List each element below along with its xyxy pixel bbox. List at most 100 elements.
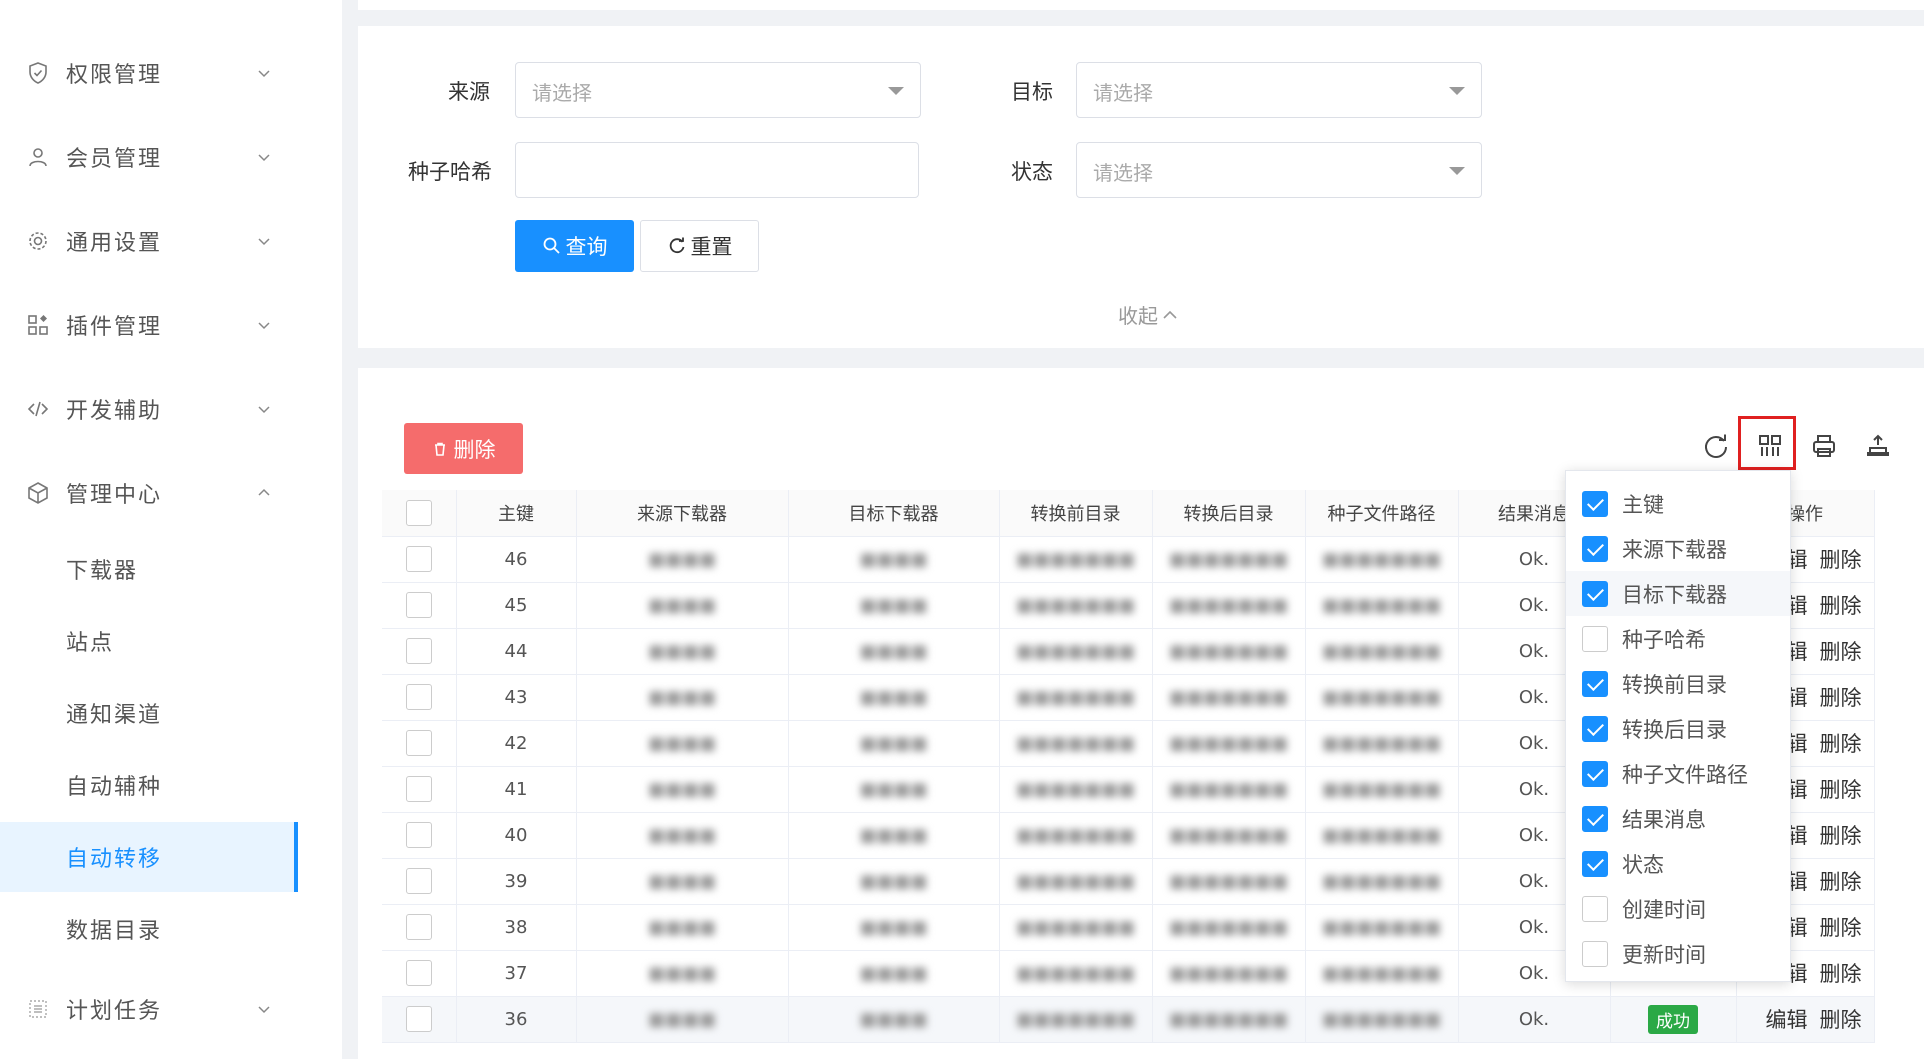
column-settings-icon[interactable]	[1753, 429, 1787, 463]
status-select[interactable]: 请选择	[1076, 142, 1482, 198]
delete-link[interactable]: 删除	[1820, 594, 1862, 618]
column-picker-item[interactable]: 种子哈希	[1566, 616, 1790, 661]
column-header[interactable]: 目标下载器	[788, 490, 1000, 537]
sidebar-item-auto-transfer[interactable]: 自动转移	[0, 822, 298, 892]
column-checkbox[interactable]	[1582, 490, 1608, 517]
column-picker-item[interactable]: 结果消息	[1566, 796, 1790, 841]
column-checkbox[interactable]	[1582, 625, 1608, 652]
column-picker-item[interactable]: 转换后目录	[1566, 706, 1790, 751]
redacted-text: ■■■■■■■	[1321, 824, 1442, 846]
redacted-text: ■■■■■■■	[1321, 916, 1442, 938]
column-checkbox[interactable]	[1582, 760, 1608, 787]
row-id: 41	[456, 766, 577, 813]
sidebar-item-downloader[interactable]: 下载器	[0, 534, 300, 604]
redacted-text: ■■■■	[859, 916, 928, 938]
delete-link[interactable]: 删除	[1820, 548, 1862, 572]
row-checkbox[interactable]	[382, 628, 457, 675]
print-icon[interactable]	[1807, 429, 1841, 463]
menu-permission[interactable]: 权限管理	[0, 38, 300, 108]
column-picker-item[interactable]: 主键	[1566, 481, 1790, 526]
column-checkbox[interactable]	[1582, 715, 1608, 742]
row-checkbox[interactable]	[382, 766, 457, 813]
row-checkbox[interactable]	[382, 812, 457, 859]
column-checkbox[interactable]	[1582, 535, 1608, 562]
target-select[interactable]: 请选择	[1076, 62, 1482, 118]
menu-plugin[interactable]: 插件管理	[0, 290, 300, 360]
row-checkbox[interactable]	[382, 904, 457, 951]
delete-link[interactable]: 删除	[1820, 640, 1862, 664]
redacted-text: ■■■■■■■	[1168, 640, 1289, 662]
row-checkbox[interactable]	[382, 996, 457, 1043]
column-picker-item[interactable]: 转换前目录	[1566, 661, 1790, 706]
redacted-text: ■■■■	[647, 962, 717, 984]
redacted-text: ■■■■■■■	[1015, 732, 1136, 754]
sidebar-item-auto-seed[interactable]: 自动辅种	[0, 750, 300, 820]
delete-link[interactable]: 删除	[1820, 824, 1862, 848]
delete-link[interactable]: 删除	[1820, 686, 1862, 710]
menu-management-center[interactable]: 管理中心	[0, 458, 300, 528]
menu-scheduled-tasks[interactable]: 计划任务	[0, 974, 300, 1044]
row-checkbox[interactable]	[382, 950, 457, 997]
redacted-text: ■■■■■■■	[1321, 732, 1442, 754]
redacted-text: ■■■■	[647, 686, 717, 708]
export-icon[interactable]	[1861, 429, 1895, 463]
column-picker-item[interactable]: 更新时间	[1566, 931, 1790, 976]
delete-link[interactable]: 删除	[1820, 962, 1862, 986]
menu-member[interactable]: 会员管理	[0, 122, 300, 192]
delete-link[interactable]: 删除	[1820, 870, 1862, 894]
row-checkbox[interactable]	[382, 674, 457, 721]
sidebar-item-notify-channel[interactable]: 通知渠道	[0, 678, 300, 748]
source-select[interactable]: 请选择	[515, 62, 921, 118]
redacted-text: ■■■■	[859, 640, 928, 662]
delete-link[interactable]: 删除	[1820, 778, 1862, 802]
column-header[interactable]: 种子文件路径	[1305, 490, 1459, 537]
menu-dev-assist[interactable]: 开发辅助	[0, 374, 300, 444]
delete-link[interactable]: 删除	[1820, 1008, 1862, 1032]
delete-link[interactable]: 删除	[1820, 916, 1862, 940]
row-id: 37	[456, 950, 577, 997]
column-checkbox[interactable]	[1582, 850, 1608, 877]
column-picker-item[interactable]: 创建时间	[1566, 886, 1790, 931]
row-result: Ok.	[1458, 996, 1611, 1043]
select-all-checkbox[interactable]	[382, 490, 457, 537]
column-checkbox[interactable]	[1582, 895, 1608, 922]
column-header[interactable]: 来源下载器	[576, 490, 789, 537]
chevron-up-icon	[1163, 310, 1177, 319]
hash-input[interactable]	[515, 142, 919, 198]
query-button[interactable]: 查询	[515, 220, 634, 272]
column-header[interactable]: 转换前目录	[999, 490, 1153, 537]
redacted-text: ■■■■■■■	[1015, 778, 1136, 800]
row-checkbox[interactable]	[382, 536, 457, 583]
reset-button[interactable]: 重置	[640, 220, 759, 272]
sidebar-item-site[interactable]: 站点	[0, 606, 300, 676]
column-checkbox[interactable]	[1582, 670, 1608, 697]
chevron-down-icon	[258, 1006, 270, 1014]
row-checkbox[interactable]	[382, 720, 457, 767]
refresh-icon[interactable]	[1699, 429, 1733, 463]
column-picker-item[interactable]: 状态	[1566, 841, 1790, 886]
menu-general-settings[interactable]: 通用设置	[0, 206, 300, 276]
redacted-text: ■■■■■■■	[1015, 548, 1136, 570]
status-badge: 成功	[1648, 1004, 1698, 1034]
row-checkbox[interactable]	[382, 582, 457, 629]
sidebar-item-data-directory[interactable]: 数据目录	[0, 894, 300, 964]
column-header[interactable]: 转换后目录	[1152, 490, 1306, 537]
column-picker-item[interactable]: 来源下载器	[1566, 526, 1790, 571]
redacted-text: ■■■■	[647, 916, 717, 938]
row-checkbox[interactable]	[382, 858, 457, 905]
redacted-text: ■■■■■■■	[1321, 870, 1442, 892]
column-picker-item[interactable]: 目标下载器	[1566, 571, 1790, 616]
delete-link[interactable]: 删除	[1820, 732, 1862, 756]
menu-label: 计划任务	[66, 999, 163, 1024]
column-checkbox[interactable]	[1582, 805, 1608, 832]
redacted-text: ■■■■	[647, 1008, 717, 1030]
column-header[interactable]: 主键	[456, 490, 577, 537]
column-picker-item[interactable]: 种子文件路径	[1566, 751, 1790, 796]
edit-link[interactable]: 编辑	[1766, 1008, 1808, 1032]
bulk-delete-button[interactable]: 删除	[404, 423, 523, 474]
menu-label: 通用设置	[66, 231, 163, 256]
column-checkbox[interactable]	[1582, 580, 1608, 607]
collapse-toggle[interactable]: 收起	[1118, 300, 1178, 329]
status-label: 状态	[1011, 160, 1053, 184]
column-checkbox[interactable]	[1582, 940, 1608, 967]
